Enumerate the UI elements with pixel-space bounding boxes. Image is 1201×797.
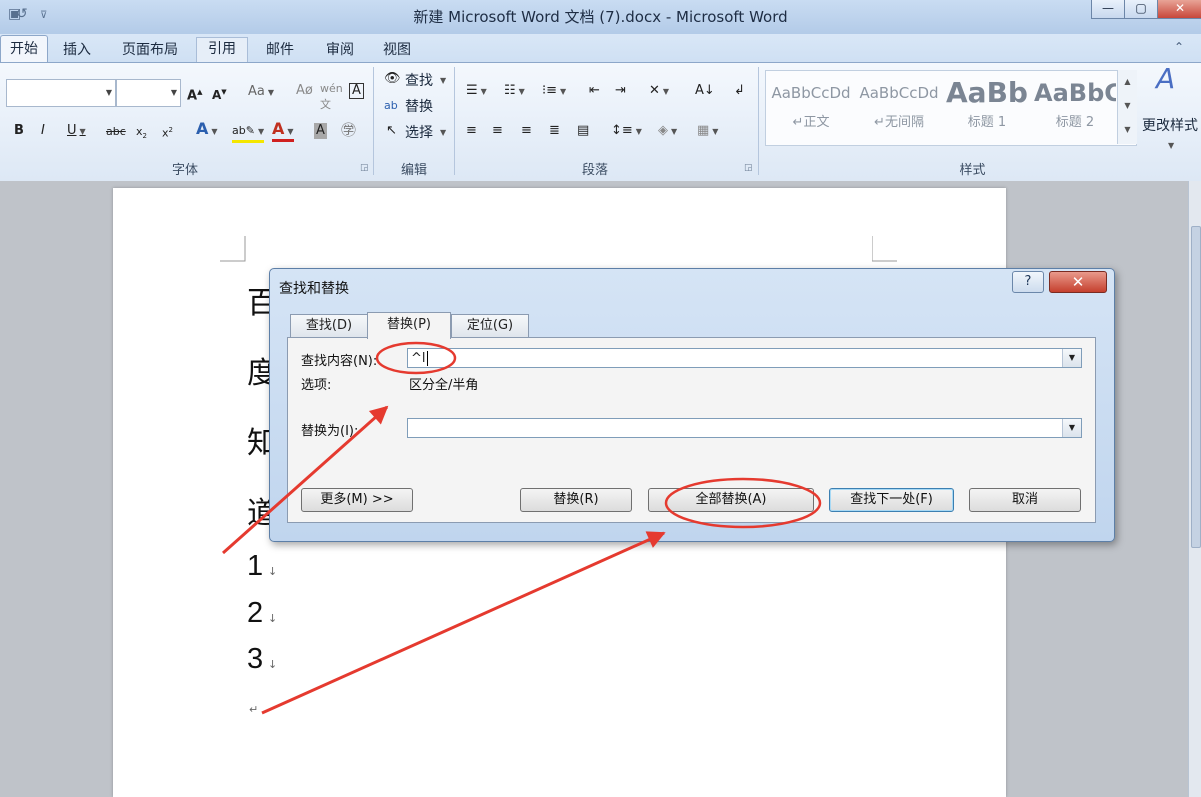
annotation-overlay bbox=[222, 341, 822, 715]
annotation-arrow-to-replace-all bbox=[261, 531, 666, 715]
replace-all-highlight-ellipse bbox=[664, 477, 822, 529]
find-value-highlight-ellipse bbox=[375, 341, 457, 375]
tab-replace[interactable]: 替换(P) bbox=[367, 312, 451, 339]
annotation-arrow-to-find bbox=[222, 405, 389, 555]
